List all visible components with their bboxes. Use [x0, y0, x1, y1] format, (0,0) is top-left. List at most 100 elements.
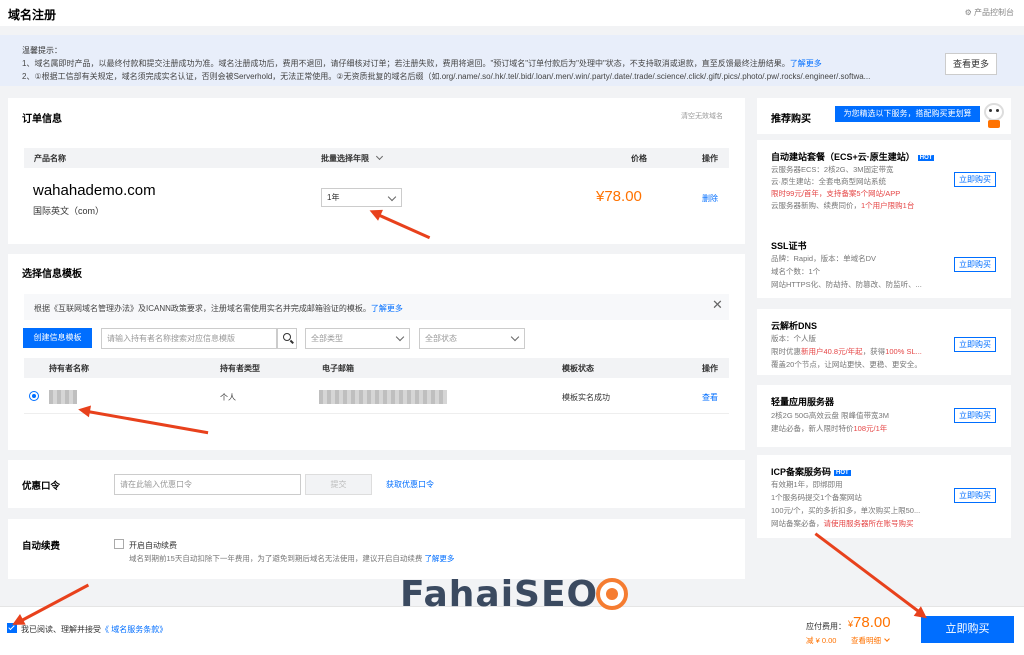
- recommend-item-desc: 域名个数：1个: [771, 267, 821, 276]
- auto-renew-checkbox[interactable]: [114, 539, 124, 549]
- recommend-item-desc: 网站备案必备，请使用服务器所在账号购买: [771, 519, 914, 528]
- recommend-banner: 为您精选以下服务，搭配购买更划算: [835, 106, 980, 122]
- discount-amount: 减 ¥ 0.00: [806, 636, 837, 645]
- status-select[interactable]: 全部状态: [419, 328, 525, 349]
- recommend-item-desc: 覆盖20个节点，让网站更快、更稳、更安全。: [771, 360, 922, 369]
- email-redacted: [319, 390, 447, 404]
- domain-price: ¥78.00: [596, 188, 642, 205]
- recommend-item-icp: ICP备案服务码 HOT 有效期1年，即绑即用 1个服务码提交1个备案网站 100…: [757, 455, 1011, 538]
- buy-now-button[interactable]: 立即购买: [921, 616, 1014, 643]
- view-template-link[interactable]: 查看: [702, 392, 718, 403]
- recommend-item-desc: 1个服务码提交1个备案网站: [771, 493, 862, 502]
- notice-line-1: 1、域名属即时产品，以最终付款和提交注册成功为准。域名注册成功后，费用不退回，请…: [22, 59, 822, 68]
- notice-learn-more-link[interactable]: 了解更多: [790, 59, 822, 68]
- recommend-item-desc: 限时99元/首年，支持备案5个网站/APP: [771, 189, 901, 198]
- col-status: 模板状态: [562, 364, 594, 373]
- template-status: 模板实名成功: [562, 393, 610, 402]
- buy-button[interactable]: 立即购买: [954, 337, 996, 352]
- col-holder: 持有者名称: [49, 364, 89, 373]
- holder-type: 个人: [220, 393, 236, 402]
- recommend-item-desc: 云服务器新购、续费同价，1个用户限购1台: [771, 201, 915, 210]
- years-select[interactable]: 1年: [321, 188, 402, 207]
- chevron-down-icon: [395, 332, 405, 342]
- recommend-item-desc: 限时优惠新用户40.8元/年起，获得100% SL...: [771, 347, 922, 356]
- domain-type: 国际英文（com）: [33, 206, 105, 216]
- col-batch-years[interactable]: 批量选择年限: [321, 152, 384, 164]
- col-action: 操作: [702, 364, 718, 373]
- recommend-item-website-bundle: 自动建站套餐（ECS+云·原生建站） HOT 云服务器ECS：2核2G、3M固定带…: [757, 140, 1011, 232]
- auto-renew-learn-more-link[interactable]: 了解更多: [424, 554, 454, 563]
- template-table-header: 持有者名称 持有者类型 电子邮箱 模板状态 操作: [24, 358, 729, 378]
- recommend-item-dns: 云解析DNS 版本：个人版 限时优惠新用户40.8元/年起，获得100% SL.…: [757, 309, 1011, 375]
- auto-renew-desc: 域名到期前15天自动扣除下一年费用，为了避免到期后域名无法使用，建议开启自动续费…: [129, 554, 455, 563]
- terms-link[interactable]: 《 域名服务条款》: [101, 625, 167, 634]
- recommend-item-name: 云解析DNS: [771, 321, 818, 331]
- coupon-input[interactable]: 请在此输入优惠口令: [114, 474, 301, 495]
- total-amount: ¥78.00: [848, 614, 891, 631]
- order-table-header: 产品名称 批量选择年限 价格 操作: [24, 148, 729, 168]
- recommend-item-name: SSL证书: [771, 241, 807, 251]
- watermark-logo: FahaiSEO: [400, 572, 630, 616]
- recommend-item-ssl: SSL证书 品牌：Rapid，版本：单域名DV 域名个数：1个 网站HTTPS化…: [757, 229, 1011, 298]
- recommend-item-desc: 网站HTTPS化、防劫持、防篡改、防监听、...: [771, 280, 922, 289]
- recommend-item-desc: 建站必备，新人限时特价108元/1年: [771, 424, 888, 433]
- product-console-link[interactable]: ⚙ 产品控制台: [965, 7, 1014, 18]
- col-holder-type: 持有者类型: [220, 364, 260, 373]
- recommend-header: 推荐购买 为您精选以下服务，搭配购买更划算: [757, 98, 1011, 134]
- buy-button[interactable]: 立即购买: [954, 257, 996, 272]
- coupon-submit-button[interactable]: 提交: [305, 474, 372, 495]
- clear-invalid-link[interactable]: 清空无效域名: [681, 111, 723, 121]
- create-template-button[interactable]: 创建信息模板: [23, 328, 92, 348]
- col-email: 电子邮箱: [322, 364, 354, 373]
- auto-renew-card: 自动续费 开启自动续费 域名到期前15天自动扣除下一年费用，为了避免到期后域名无…: [8, 519, 745, 579]
- buy-button[interactable]: 立即购买: [954, 172, 996, 187]
- hot-badge: HOT: [917, 155, 935, 161]
- recommend-item-desc: 云·原生建站：全套电商型网站系统: [771, 177, 886, 186]
- delete-link[interactable]: 删除: [702, 193, 718, 204]
- template-info-bar: 根据《互联网域名管理办法》及ICANN政策要求，注册域名需使用实名并完成邮箱验证…: [24, 294, 729, 320]
- close-icon[interactable]: ✕: [712, 297, 723, 313]
- recommend-item-desc: 100元/个，买的多折扣多，单次购买上限50...: [771, 506, 921, 515]
- recommend-item-desc: 云服务器ECS：2核2G、3M固定带宽: [771, 165, 894, 174]
- buy-button[interactable]: 立即购买: [954, 488, 996, 503]
- template-info-text: 根据《互联网域名管理办法》及ICANN政策要求，注册域名需使用实名并完成邮箱验证…: [34, 304, 403, 313]
- view-detail-link[interactable]: 查看明细: [851, 635, 890, 646]
- get-coupon-link[interactable]: 获取优惠口令: [386, 479, 434, 490]
- coupon-card: 优惠口令 请在此输入优惠口令 提交 获取优惠口令: [8, 460, 745, 508]
- order-info-title: 订单信息: [22, 114, 62, 125]
- total-label: 应付费用：: [806, 622, 846, 631]
- target-icon: [596, 578, 628, 610]
- recommend-title: 推荐购买: [771, 114, 811, 125]
- recommend-item-lighthouse: 轻量应用服务器 2核2G 50G高效云盘 限峰值带宽3M 建站必备，新人限时特价…: [757, 385, 1011, 447]
- chevron-down-icon: [375, 152, 384, 161]
- recommend-item-desc: 有效期1年，即绑即用: [771, 480, 843, 489]
- coupon-label: 优惠口令: [22, 481, 61, 492]
- order-info-card: 订单信息 清空无效域名 产品名称 批量选择年限 价格 操作 wahahademo…: [8, 98, 745, 244]
- view-more-button[interactable]: 查看更多: [945, 53, 997, 75]
- search-button[interactable]: [277, 328, 297, 349]
- template-learn-more-link[interactable]: 了解更多: [371, 304, 403, 313]
- hot-badge: HOT: [834, 470, 851, 476]
- notice-line-2: 2、①根据工信部有关规定，域名须完成实名认证，否则会被Serverhold，无法…: [22, 72, 871, 81]
- recommend-item-desc: 2核2G 50G高效云盘 限峰值带宽3M: [771, 411, 889, 420]
- template-title: 选择信息模板: [22, 269, 82, 280]
- holder-search-input[interactable]: 请输入持有者名称搜索对应信息模版: [101, 328, 277, 349]
- chevron-down-icon: [387, 192, 397, 202]
- recommend-item-name: 轻量应用服务器: [771, 397, 835, 407]
- buy-button[interactable]: 立即购买: [954, 408, 996, 423]
- col-product-name: 产品名称: [34, 154, 66, 163]
- recommend-item-desc: 版本：个人版: [771, 334, 816, 343]
- notice-banner: 温馨提示： 1、域名属即时产品，以最终付款和提交注册成功为准。域名注册成功后，费…: [0, 35, 1024, 86]
- chevron-down-icon: [884, 636, 890, 642]
- auto-renew-label: 自动续费: [22, 541, 61, 552]
- col-action: 操作: [702, 154, 718, 163]
- table-row[interactable]: 个人 模板实名成功 查看: [24, 378, 729, 414]
- type-select[interactable]: 全部类型: [305, 328, 410, 349]
- console-icon: ⚙: [964, 8, 972, 17]
- template-radio[interactable]: [29, 391, 39, 401]
- recommend-item-name: 自动建站套餐（ECS+云·原生建站） HOT: [771, 152, 935, 162]
- agree-text: 我已阅读、理解并接受《 域名服务条款》: [21, 625, 168, 634]
- chevron-down-icon: [510, 332, 520, 342]
- holder-name-redacted: [49, 390, 77, 404]
- page-title: 域名注册: [8, 8, 57, 22]
